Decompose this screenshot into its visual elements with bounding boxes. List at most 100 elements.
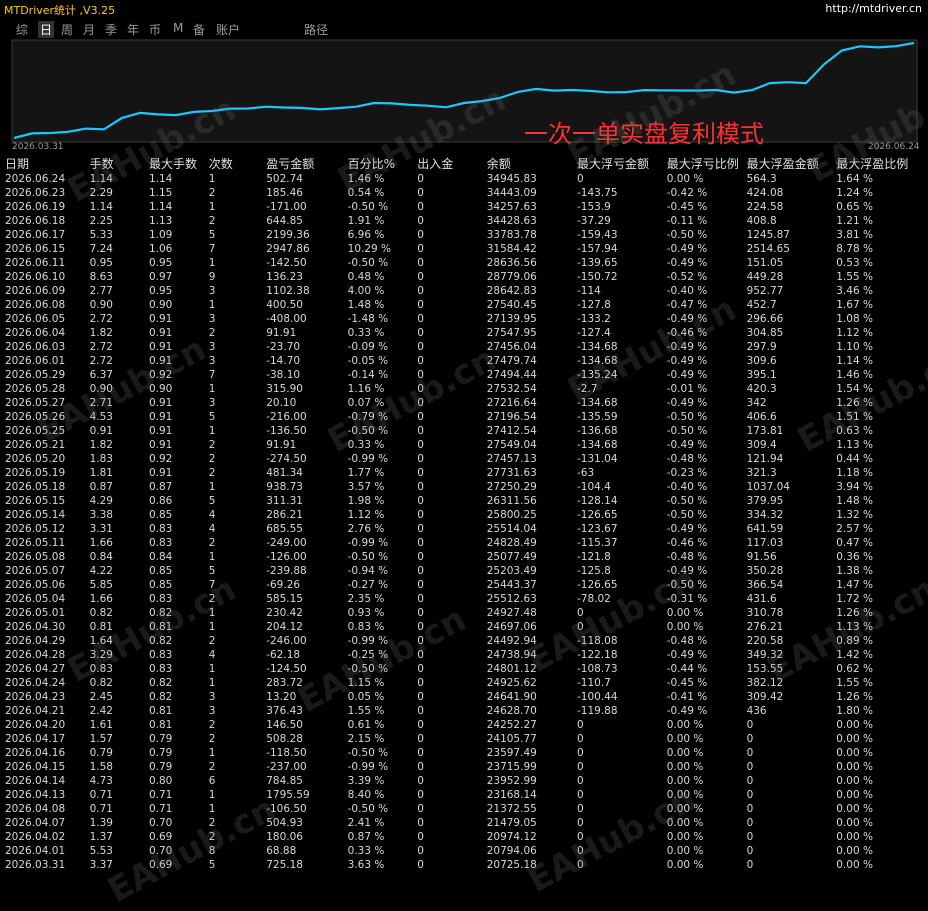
table-row[interactable]: 2026.06.04 1.82 0.91 2 91.91 0.33 % 0 27547.95 -… (0, 326, 928, 340)
table-cell: 0.00 % (836, 859, 873, 871)
table-cell: 0.81 (148, 719, 173, 731)
table-cell: 204.12 (266, 621, 303, 633)
table-row[interactable]: 2026.05.01 0.82 0.82 1 230.42 0.93 % 0 24927.48… (0, 606, 928, 620)
table-cell: 2026.05.29 (5, 369, 66, 381)
table-cell: 1 (208, 201, 216, 213)
table-row[interactable]: 2026.05.29 6.37 0.92 7 -38.10 -0.14 % 0 27494.4… (0, 368, 928, 382)
table-row[interactable]: 2026.06.03 2.72 0.91 3 -23.70 -0.09 % 0 27456.0… (0, 340, 928, 354)
table-row[interactable]: 2026.05.04 1.66 0.83 2 585.15 2.35 % 0 25512.63… (0, 592, 928, 606)
table-cell: 24828.49 (486, 537, 537, 549)
table-row[interactable]: 2026.05.08 0.84 0.84 1 -126.00 -0.50 % 0 25077.… (0, 550, 928, 564)
table-row[interactable]: 2026.06.01 2.72 0.91 3 -14.70 -0.05 % 0 27479.7… (0, 354, 928, 368)
table-row[interactable]: 2026.06.23 2.29 1.15 2 185.46 0.54 % 0 34443.09… (0, 186, 928, 200)
table-row[interactable]: 2026.04.13 0.71 0.71 1 1795.59 8.40 % 0 23168.1… (0, 788, 928, 802)
table-row[interactable]: 2026.06.08 0.90 0.90 1 400.50 1.48 % 0 27540.45… (0, 298, 928, 312)
table-cell: 173.81 (746, 425, 784, 437)
table-cell: 725.18 (266, 859, 303, 871)
table-row[interactable]: 2026.06.19 1.14 1.14 1 -171.00 -0.50 % 0 34257.… (0, 200, 928, 214)
table-row[interactable]: 2026.04.15 1.58 0.79 2 -237.00 -0.99 % 0 23715.… (0, 760, 928, 774)
table-cell: -0.50 % (347, 551, 389, 563)
col-max-float-profit[interactable]: 最大浮盈金额 (747, 155, 837, 172)
col-max-float-loss[interactable]: 最大浮亏金额 (577, 155, 667, 172)
table-row[interactable]: 2026.04.20 1.61 0.81 2 146.50 0.61 % 0 24252.27… (0, 718, 928, 732)
table-row[interactable]: 2026.05.27 2.71 0.91 3 20.10 0.07 % 0 27216.64 -… (0, 396, 928, 410)
table-cell: 1 (208, 747, 216, 759)
table-row[interactable]: 2026.05.18 0.87 0.87 1 938.73 3.57 % 0 27250.29… (0, 480, 928, 494)
table-cell: 0 (577, 845, 584, 857)
table-cell: 1037.04 (746, 481, 790, 493)
table-row[interactable]: 2026.04.23 2.45 0.82 3 13.20 0.05 % 0 24641.90 -… (0, 690, 928, 704)
tab-magic[interactable]: M (173, 21, 183, 35)
table-cell: 0.33 % (347, 845, 385, 857)
table-row[interactable]: 2026.05.28 0.90 0.90 1 315.90 1.16 % 0 27532.54… (0, 382, 928, 396)
table-cell: -37.29 (577, 215, 611, 227)
table-cell: 0.62 % (836, 663, 873, 675)
tab-symbol[interactable]: 币 (149, 21, 161, 38)
col-date[interactable]: 日期 (0, 155, 90, 172)
col-lots[interactable]: 手数 (90, 155, 149, 172)
col-count[interactable]: 次数 (209, 155, 266, 172)
tab-account[interactable]: 账户 (216, 21, 240, 38)
tab-yearly[interactable]: 年 (127, 21, 139, 38)
table-row[interactable]: 2026.05.21 1.82 0.91 2 91.91 0.33 % 0 27549.04 -… (0, 438, 928, 452)
table-row[interactable]: 2026.06.05 2.72 0.91 3 -408.00 -1.48 % 0 27139.… (0, 312, 928, 326)
table-row[interactable]: 2026.05.26 4.53 0.91 5 -216.00 -0.79 % 0 27196.… (0, 410, 928, 424)
tab-summary[interactable]: 综 (16, 21, 28, 38)
col-max-lots[interactable]: 最大手数 (149, 155, 209, 172)
col-max-float-loss-pct[interactable]: 最大浮亏比例 (667, 155, 747, 172)
table-row[interactable]: 2026.05.12 3.31 0.83 4 685.55 2.76 % 0 25514.04… (0, 522, 928, 536)
table-row[interactable]: 2026.05.19 1.81 0.91 2 481.34 1.77 % 0 27731.63… (0, 466, 928, 480)
table-cell: 0 (577, 775, 584, 787)
tab-monthly[interactable]: 月 (83, 21, 95, 38)
table-row[interactable]: 2026.04.17 1.57 0.79 2 508.28 2.15 % 0 24105.77… (0, 732, 928, 746)
table-row[interactable]: 2026.04.27 0.83 0.83 1 -124.50 -0.50 % 0 24801.… (0, 662, 928, 676)
table-row[interactable]: 2026.04.30 0.81 0.81 1 204.12 0.83 % 0 24697.06… (0, 620, 928, 634)
table-row[interactable]: 2026.04.02 1.37 0.69 2 180.06 0.87 % 0 20974.12… (0, 830, 928, 844)
table-row[interactable]: 2026.04.28 3.29 0.83 4 -62.18 -0.25 % 0 24738.9… (0, 648, 928, 662)
tab-weekly[interactable]: 周 (61, 21, 73, 38)
table-row[interactable]: 2026.06.11 0.95 0.95 1 -142.50 -0.50 % 0 28636.… (0, 256, 928, 270)
table-row[interactable]: 2026.05.11 1.66 0.83 2 -249.00 -0.99 % 0 24828.… (0, 536, 928, 550)
tab-quarterly[interactable]: 季 (105, 21, 117, 38)
table-cell: 0 (746, 761, 754, 773)
table-row[interactable]: 2026.04.01 5.53 0.70 8 68.88 0.33 % 0 20794.06 0… (0, 844, 928, 858)
tab-path[interactable]: 路径 (304, 21, 328, 38)
col-percent[interactable]: 百分比% (348, 155, 418, 172)
table-row[interactable]: 2026.04.07 1.39 0.70 2 504.93 2.41 % 0 21479.05… (0, 816, 928, 830)
tab-daily[interactable]: 日 (38, 21, 55, 38)
col-balance[interactable]: 余额 (487, 155, 577, 172)
table-row[interactable]: 2026.06.17 5.33 1.09 5 2199.36 6.96 % 0 33783.7… (0, 228, 928, 242)
table-row[interactable]: 2026.05.07 4.22 0.85 5 -239.88 -0.94 % 0 25203.… (0, 564, 928, 578)
table-cell: 1.54 % (836, 383, 873, 395)
tab-notes[interactable]: 备 (193, 21, 205, 38)
app-url-link[interactable]: http://mtdriver.cn (825, 2, 922, 15)
table-cell: 1 (208, 383, 216, 395)
table-row[interactable]: 2026.05.06 5.85 0.85 7 -69.26 -0.27 % 0 25443.3… (0, 578, 928, 592)
table-cell: 0.91 (148, 341, 173, 353)
col-max-float-profit-pct[interactable]: 最大浮盈比例 (836, 155, 928, 172)
table-cell: 3 (208, 341, 216, 353)
table-row[interactable]: 2026.04.21 2.42 0.81 3 376.43 1.55 % 0 24628.70… (0, 704, 928, 718)
table-row[interactable]: 2026.06.15 7.24 1.06 7 2947.86 10.29 % 0 31584.… (0, 242, 928, 256)
table-cell: 2026.04.27 (5, 663, 66, 675)
table-row[interactable]: 2026.06.18 2.25 1.13 2 644.85 1.91 % 0 34428.63… (0, 214, 928, 228)
table-row[interactable]: 2026.04.16 0.79 0.79 1 -118.50 -0.50 % 0 23597.… (0, 746, 928, 760)
table-row[interactable]: 2026.05.20 1.83 0.92 2 -274.50 -0.99 % 0 27457.… (0, 452, 928, 466)
table-cell: 4 (208, 649, 216, 661)
table-row[interactable]: 2026.06.09 2.77 0.95 3 1102.38 4.00 % 0 28642.8… (0, 284, 928, 298)
table-cell: 0 (577, 621, 584, 633)
table-cell: 0.00 % (666, 859, 704, 871)
table-row[interactable]: 2026.05.14 3.38 0.85 4 286.21 1.12 % 0 25800.25… (0, 508, 928, 522)
table-row[interactable]: 2026.05.25 0.91 0.91 1 -136.50 -0.50 % 0 27412.… (0, 424, 928, 438)
col-profit[interactable]: 盈亏金额 (266, 155, 347, 172)
table-row[interactable]: 2026.04.24 0.82 0.82 1 283.72 1.15 % 0 24925.62… (0, 676, 928, 690)
table-row[interactable]: 2026.06.24 1.14 1.14 1 502.74 1.46 % 0 34945.83… (0, 172, 928, 186)
table-row[interactable]: 2026.03.31 3.37 0.69 5 725.18 3.63 % 0 20725.18… (0, 858, 928, 872)
col-deposit[interactable]: 出入金 (417, 155, 486, 172)
table-row[interactable]: 2026.06.10 8.63 0.97 9 136.23 0.48 % 0 28779.06… (0, 270, 928, 284)
table-row[interactable]: 2026.05.15 4.29 0.86 5 311.31 1.98 % 0 26311.56… (0, 494, 928, 508)
table-row[interactable]: 2026.04.14 4.73 0.80 6 784.85 3.39 % 0 23952.99… (0, 774, 928, 788)
table-cell: 2026.06.15 (5, 243, 66, 255)
table-row[interactable]: 2026.04.29 1.64 0.82 2 -246.00 -0.99 % 0 24492.… (0, 634, 928, 648)
table-row[interactable]: 2026.04.08 0.71 0.71 1 -106.50 -0.50 % 0 21372.… (0, 802, 928, 816)
